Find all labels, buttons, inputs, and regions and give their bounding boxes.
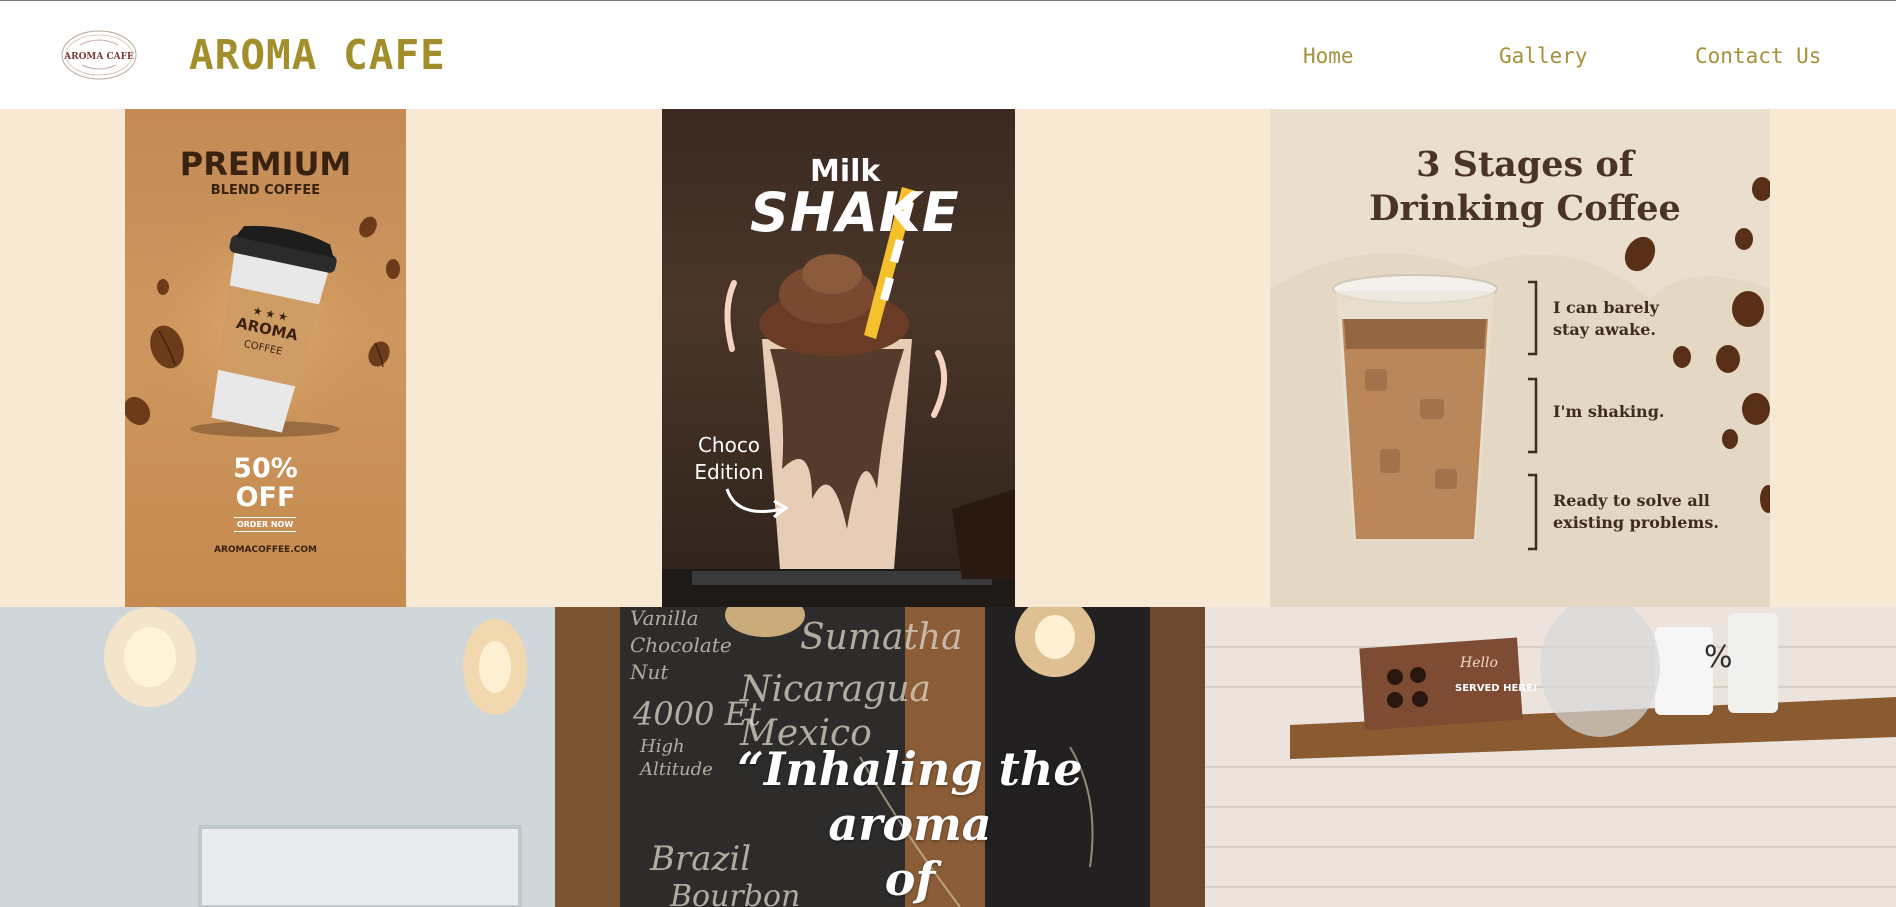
nav-gallery-link[interactable]: Gallery [1499,44,1588,68]
chalkboard-origin: Nicaragua [740,669,932,710]
stage-item: Ready to solve all existing problems. [1553,491,1719,532]
order-now-label: ORDER NOW [234,517,296,532]
stage-item: I'm shaking. [1553,402,1665,421]
gallery-image-premium-coffee[interactable]: AROMA COFFEE ★ ★ ★ PREMIUM BLEND COFFEE … [125,109,406,607]
chalkboard-menu-left: Vanilla Chocolate Nut [630,607,732,684]
svg-text:Hello: Hello [1459,655,1498,671]
premium-title: PREMIUM [179,145,352,183]
nav-contact-link[interactable]: Contact Us [1695,44,1821,68]
gallery-band: AROMA COFFEE ★ ★ ★ PREMIUM BLEND COFFEE … [0,109,1896,607]
brand-name[interactable]: AROMA CAFE [189,31,446,79]
svg-text:%: % [1704,640,1733,675]
gallery-image-stages[interactable]: 3 Stages of Drinking Coffee I can barely… [1270,109,1770,607]
nav-home-link[interactable]: Home [1303,44,1354,68]
svg-text:AROMA CAFE: AROMA CAFE [63,52,134,62]
hero-quote: “Inhaling the aroma of [737,742,1083,906]
shake-title: SHAKE [750,181,960,244]
discount-text: 50% OFF [233,453,298,513]
site-header: AROMA CAFE AROMA CAFE Home Gallery Conta… [0,0,1896,109]
svg-text:SERVED HERE!: SERVED HERE! [1455,683,1537,694]
chalkboard-origin: Sumatha [800,617,963,658]
gallery-image-milkshake[interactable]: Milk SHAKE Choco Edition [662,109,1015,607]
stage-item: I can barely stay awake. [1553,298,1659,339]
premium-subtitle: BLEND COFFEE [210,183,321,198]
stages-title: 3 Stages of Drinking Coffee [1369,144,1681,229]
cafe-logo[interactable]: AROMA CAFE [60,29,138,81]
website-url: AROMACOFFEE.COM [214,545,317,555]
edition-label: Choco Edition [694,433,764,484]
hero-section: Hello SERVED HERE! % Vanilla Chocolate N… [0,607,1896,907]
